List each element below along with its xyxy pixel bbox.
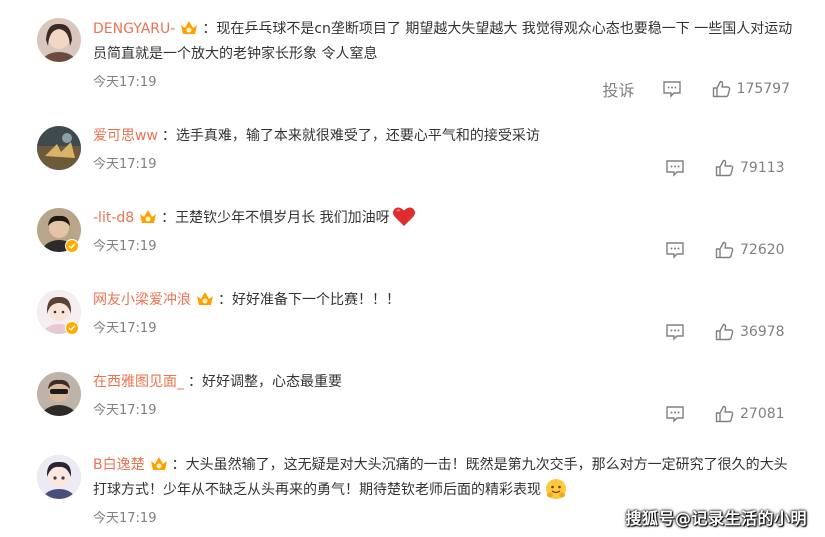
crown-badge-icon (140, 210, 157, 223)
separator: ： (171, 457, 186, 473)
username-link[interactable]: B白逸楚 (93, 457, 145, 473)
crown-badge-icon (197, 292, 213, 305)
username-link[interactable]: 在西雅图见面_ (93, 374, 184, 390)
comment-text-block: -lit-d8 ：王楚钦少年不惧岁月长 我们加油呀 (93, 206, 795, 231)
username-link[interactable]: DENGYARU- (93, 21, 175, 37)
comment-time: 今天17:19 (93, 321, 157, 336)
watermark: 搜狐号@记录生活的小明 (625, 509, 807, 528)
like-icon[interactable] (715, 323, 734, 341)
like-count: 72620 (740, 242, 785, 258)
comment-actions: 72620 (665, 241, 790, 259)
avatar[interactable] (37, 372, 81, 416)
comment-time: 今天17:19 (93, 157, 157, 172)
reply-icon[interactable] (665, 323, 685, 341)
comment-actions: 79113 (665, 159, 790, 177)
comment-text-block: 在西雅图见面_ ：好好调整，心态最重要 (93, 370, 795, 395)
reply-icon[interactable] (665, 159, 685, 177)
like-icon[interactable] (715, 159, 734, 177)
comment-text-block: DENGYARU- ：现在乒乓球不是cn垄断项目了 期望越大失望越大 我觉得观众心… (93, 17, 795, 67)
reply-icon[interactable] (662, 80, 682, 98)
avatar[interactable] (37, 455, 81, 499)
report-button[interactable]: 投诉 (603, 77, 635, 101)
username-link[interactable]: -lit-d8 (93, 210, 134, 226)
separator: ： (218, 292, 232, 308)
reply-icon[interactable] (665, 405, 685, 423)
verified-badge-icon (65, 239, 79, 253)
username-link[interactable]: 网友小梁爱冲浪 (93, 292, 191, 308)
crown-badge-icon (150, 457, 167, 470)
separator: ： (161, 210, 176, 226)
separator: ： (161, 128, 176, 144)
like-count: 36978 (740, 324, 785, 340)
comment-time: 今天17:19 (93, 511, 157, 526)
comment-text: 好好准备下一个比赛！！！ (232, 292, 400, 308)
separator: ： (188, 374, 202, 390)
comment-time: 今天17:19 (93, 75, 157, 90)
reply-icon[interactable] (665, 241, 685, 259)
crown-badge-icon (181, 21, 198, 34)
separator: ： (202, 21, 217, 37)
like-icon[interactable] (712, 80, 731, 98)
username-link[interactable]: 爱可思ww (93, 128, 158, 144)
avatar[interactable] (37, 18, 81, 62)
like-icon[interactable] (715, 405, 734, 423)
comment-time: 今天17:19 (93, 239, 157, 254)
comment-text: 大头虽然输了，这无疑是对大头沉痛的一击！既然是第九次交手，那么对方一定研究了很久… (93, 457, 788, 498)
like-count: 175797 (736, 81, 790, 97)
verified-badge-icon (65, 321, 79, 335)
like-count: 27081 (740, 406, 785, 422)
comment-actions: 27081 (665, 405, 790, 423)
heart-emoji-icon (392, 207, 415, 226)
comment-text-block: 爱可思ww ：选手真难，输了本来就很难受了，还要心平气和的接受采访 (93, 124, 795, 149)
comment-text-block: 网友小梁爱冲浪 ：好好准备下一个比赛！！！ (93, 288, 795, 313)
hug-emoji-icon (546, 479, 566, 499)
comment-text: 选手真难，输了本来就很难受了，还要心平气和的接受采访 (175, 128, 540, 144)
comment-text: 王楚钦少年不惧岁月长 我们加油呀 (175, 210, 390, 226)
comment-text-block: B白逸楚 ：大头虽然输了，这无疑是对大头沉痛的一击！既然是第九次交手，那么对方一定… (93, 453, 795, 503)
comment-time: 今天17:19 (93, 403, 157, 418)
comment-actions: 投诉 175797 (603, 77, 790, 101)
like-icon[interactable] (715, 241, 734, 259)
comment-actions: 36978 (665, 323, 790, 341)
comment-text: 好好调整，心态最重要 (202, 374, 342, 390)
like-count: 79113 (740, 160, 785, 176)
avatar[interactable] (37, 126, 81, 170)
